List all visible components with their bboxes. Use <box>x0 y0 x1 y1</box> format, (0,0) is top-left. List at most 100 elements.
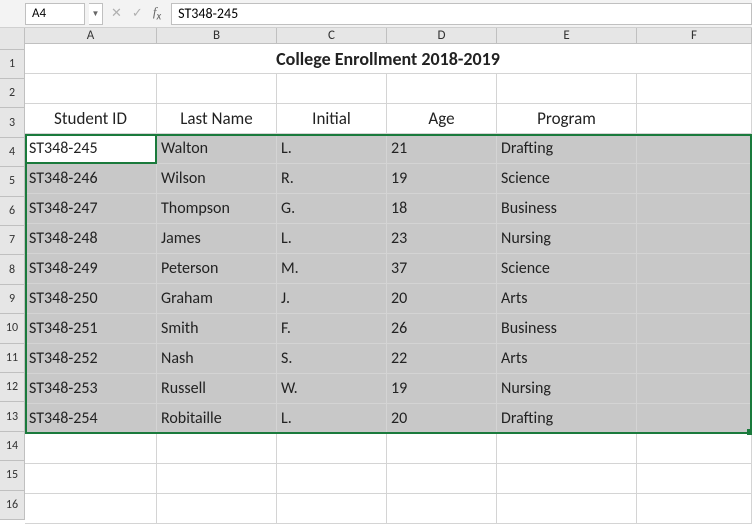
cell-initial[interactable]: L. <box>277 404 387 434</box>
col-header-d[interactable]: D <box>387 28 497 44</box>
cell[interactable] <box>637 224 752 254</box>
cell[interactable] <box>387 434 497 464</box>
cell-program[interactable]: Drafting <box>497 404 637 434</box>
cell[interactable] <box>637 164 752 194</box>
cell-initial[interactable]: F. <box>277 314 387 344</box>
cell-last-name[interactable]: Nash <box>157 344 277 374</box>
cell-initial[interactable]: G. <box>277 194 387 224</box>
cell[interactable] <box>387 74 497 104</box>
row-header-15[interactable]: 15 <box>0 461 25 490</box>
header-student-id[interactable]: Student ID <box>25 104 157 134</box>
name-box[interactable]: A4 <box>25 3 85 25</box>
cell[interactable] <box>277 434 387 464</box>
cell-initial[interactable]: L. <box>277 134 387 164</box>
cell[interactable] <box>387 464 497 494</box>
row-header-16[interactable]: 16 <box>0 491 25 520</box>
cell-student-id[interactable]: ST348-250 <box>25 284 157 314</box>
col-header-b[interactable]: B <box>157 28 277 44</box>
cell[interactable] <box>637 284 752 314</box>
cell-student-id[interactable]: ST348-247 <box>25 194 157 224</box>
cell[interactable] <box>277 74 387 104</box>
row-header-2[interactable]: 2 <box>0 79 25 108</box>
cell-program[interactable]: Drafting <box>497 134 637 164</box>
cell[interactable] <box>25 74 157 104</box>
cell-student-id[interactable]: ST348-254 <box>25 404 157 434</box>
row-header-4[interactable]: 4 <box>0 138 25 167</box>
row-header-13[interactable]: 13 <box>0 402 25 431</box>
cell-last-name[interactable]: Wilson <box>157 164 277 194</box>
cell[interactable] <box>637 134 752 164</box>
cell-age[interactable]: 19 <box>387 164 497 194</box>
row-header-9[interactable]: 9 <box>0 285 25 314</box>
cell[interactable] <box>637 404 752 434</box>
title-cell[interactable]: College Enrollment 2018-2019 <box>25 44 752 74</box>
header-last-name[interactable]: Last Name <box>157 104 277 134</box>
cell-student-id[interactable]: ST348-245 <box>25 134 157 164</box>
cell[interactable] <box>497 434 637 464</box>
row-header-1[interactable]: 1 <box>0 50 25 79</box>
cell-last-name[interactable]: Thompson <box>157 194 277 224</box>
row-header-5[interactable]: 5 <box>0 167 25 196</box>
cell-program[interactable]: Arts <box>497 284 637 314</box>
cell[interactable] <box>497 74 637 104</box>
cell-student-id[interactable]: ST348-252 <box>25 344 157 374</box>
cell-last-name[interactable]: Russell <box>157 374 277 404</box>
cell-age[interactable]: 20 <box>387 284 497 314</box>
cell[interactable] <box>637 194 752 224</box>
cell[interactable] <box>637 344 752 374</box>
cell-student-id[interactable]: ST348-253 <box>25 374 157 404</box>
name-box-dropdown[interactable]: ▼ <box>89 3 103 25</box>
header-age[interactable]: Age <box>387 104 497 134</box>
cell[interactable] <box>637 314 752 344</box>
row-header-3[interactable]: 3 <box>0 108 25 137</box>
cell-age[interactable]: 19 <box>387 374 497 404</box>
col-header-f[interactable]: F <box>637 28 752 44</box>
cell-age[interactable]: 21 <box>387 134 497 164</box>
cell-age[interactable]: 20 <box>387 404 497 434</box>
row-header-8[interactable]: 8 <box>0 255 25 284</box>
cell[interactable] <box>637 434 752 464</box>
col-header-c[interactable]: C <box>277 28 387 44</box>
cell-program[interactable]: Science <box>497 164 637 194</box>
row-header-12[interactable]: 12 <box>0 373 25 402</box>
cell-last-name[interactable]: Graham <box>157 284 277 314</box>
cell[interactable] <box>497 464 637 494</box>
cell[interactable] <box>25 434 157 464</box>
cell-last-name[interactable]: James <box>157 224 277 254</box>
fx-icon[interactable]: fx <box>153 4 161 23</box>
row-header-11[interactable]: 11 <box>0 344 25 373</box>
row-header-10[interactable]: 10 <box>0 314 25 343</box>
cell-age[interactable]: 22 <box>387 344 497 374</box>
select-all-corner[interactable] <box>0 28 25 50</box>
cell-program[interactable]: Business <box>497 314 637 344</box>
row-header-7[interactable]: 7 <box>0 226 25 255</box>
cell-last-name[interactable]: Peterson <box>157 254 277 284</box>
cell-age[interactable]: 26 <box>387 314 497 344</box>
cell-initial[interactable]: W. <box>277 374 387 404</box>
cell[interactable] <box>157 434 277 464</box>
cell-program[interactable]: Arts <box>497 344 637 374</box>
header-initial[interactable]: Initial <box>277 104 387 134</box>
cell-student-id[interactable]: ST348-251 <box>25 314 157 344</box>
cell-age[interactable]: 37 <box>387 254 497 284</box>
cell-initial[interactable]: L. <box>277 224 387 254</box>
cell[interactable] <box>637 464 752 494</box>
cell[interactable] <box>25 464 157 494</box>
row-header-14[interactable]: 14 <box>0 432 25 461</box>
cell[interactable] <box>637 104 752 134</box>
cell-student-id[interactable]: ST348-248 <box>25 224 157 254</box>
cell[interactable] <box>637 254 752 284</box>
cell[interactable] <box>637 74 752 104</box>
col-header-a[interactable]: A <box>25 28 157 44</box>
cell[interactable] <box>637 374 752 404</box>
row-header-6[interactable]: 6 <box>0 197 25 226</box>
cell-age[interactable]: 23 <box>387 224 497 254</box>
cell-initial[interactable]: R. <box>277 164 387 194</box>
col-header-e[interactable]: E <box>497 28 637 44</box>
header-program[interactable]: Program <box>497 104 637 134</box>
cell[interactable] <box>157 74 277 104</box>
cell-program[interactable]: Business <box>497 194 637 224</box>
cell-program[interactable]: Nursing <box>497 224 637 254</box>
cell-student-id[interactable]: ST348-246 <box>25 164 157 194</box>
cell-program[interactable]: Nursing <box>497 374 637 404</box>
